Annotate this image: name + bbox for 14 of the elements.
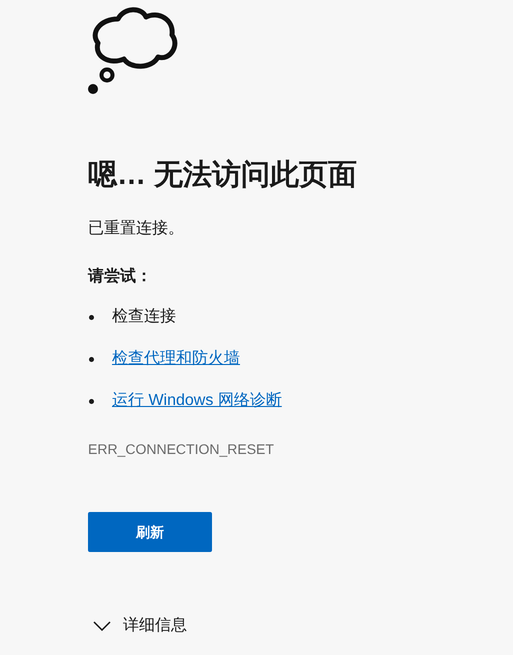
bullet-icon <box>89 314 94 320</box>
bullet-icon <box>89 356 94 362</box>
suggestion-text: 检查连接 <box>112 306 176 328</box>
suggestion-link[interactable]: 运行 Windows 网络诊断 <box>112 389 282 414</box>
error-message: 已重置连接。 <box>88 218 184 240</box>
error-code: ERR_CONNECTION_RESET <box>88 440 274 460</box>
details-toggle[interactable]: 详细信息 <box>93 614 187 638</box>
chevron-icon <box>93 621 111 632</box>
suggestions-title: 请尝试： <box>88 266 152 288</box>
thought-bubble-icon <box>88 5 180 97</box>
page-heading: 嗯… 无法访问此页面 <box>88 158 358 193</box>
refresh-button[interactable]: 刷新 <box>88 512 212 552</box>
suggestion-link[interactable]: 检查代理和防火墙 <box>112 347 240 372</box>
bullet-icon <box>89 398 94 404</box>
